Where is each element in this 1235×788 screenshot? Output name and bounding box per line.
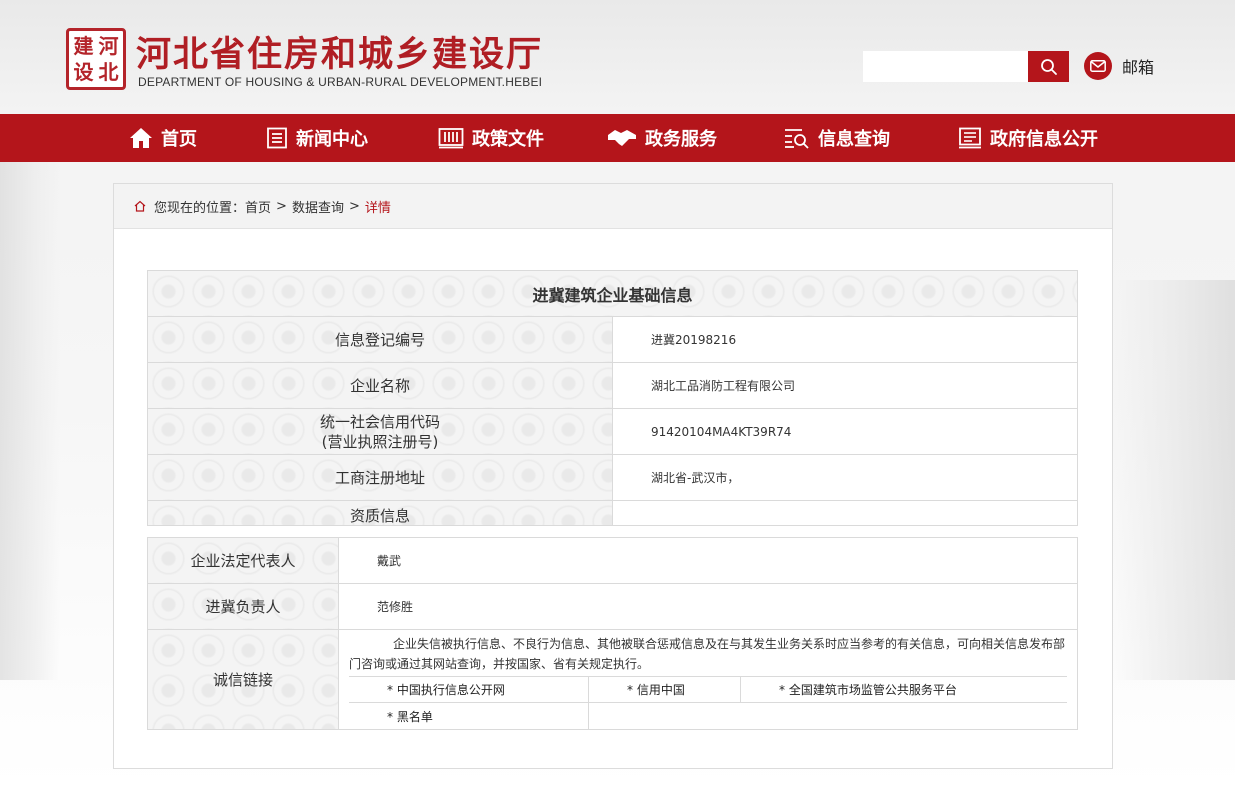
row-value — [612, 500, 1078, 526]
site-title: 河北省住房和城乡建设厅 — [136, 35, 544, 75]
credit-links: * 中国执行信息公开网 * 信用中国 * 全国建筑市场监管公共服务平台 * 黑名… — [349, 676, 1067, 729]
nav-item-news[interactable]: 新闻中心 — [266, 114, 368, 162]
row-label: 企业法定代表人 — [147, 537, 339, 584]
policy-icon — [438, 128, 464, 149]
table-row: 进冀负责人 范修胜 — [147, 583, 1078, 630]
search-icon — [1040, 58, 1057, 75]
row-label-multiline: 统一社会信用代码 (营业执照注册号) — [147, 408, 613, 455]
home-icon — [130, 128, 152, 148]
breadcrumb: 您现在的位置： 首页 > 数据查询 > 详情 — [114, 184, 1112, 229]
table-row: 统一社会信用代码 (营业执照注册号) 91420104MA4KT39R74 — [147, 408, 1078, 455]
table-caption-row: 进冀建筑企业基础信息 — [147, 270, 1078, 317]
enterprise-contact-table: 企业法定代表人 戴武 进冀负责人 范修胜 诚信链接 企业失信被执行信息、不良行为… — [147, 537, 1078, 730]
row-value: 进冀20198216 — [612, 316, 1078, 363]
row-label-sub: (营业执照注册号) — [321, 432, 439, 451]
table-row: 信息登记编号 进冀20198216 — [147, 316, 1078, 363]
mail-link[interactable]: 邮箱 — [1084, 52, 1154, 80]
site-subtitle: DEPARTMENT OF HOUSING & URBAN-RURAL DEVE… — [138, 75, 543, 89]
content-panel: 您现在的位置： 首页 > 数据查询 > 详情 进冀建筑企业基础信息 信息登记编号… — [113, 183, 1113, 769]
background-skyline-left — [0, 160, 60, 680]
credit-row: 诚信链接 企业失信被执行信息、不良行为信息、其他被联合惩戒信息及在与其发生业务关… — [147, 629, 1078, 730]
logo-char: 北 — [98, 60, 119, 84]
row-label: 诚信链接 — [147, 629, 339, 730]
nav-label: 信息查询 — [818, 129, 890, 150]
row-label: 信息登记编号 — [147, 316, 613, 363]
link-construction-platform[interactable]: * 全国建筑市场监管公共服务平台 — [741, 677, 1067, 703]
gov-info-icon — [959, 127, 981, 149]
logo-char: 建 — [73, 34, 94, 58]
table-row: 企业法定代表人 戴武 — [147, 537, 1078, 584]
logo-char: 设 — [73, 60, 94, 84]
news-icon — [267, 127, 287, 149]
background-skyline-right — [1110, 280, 1235, 680]
table-caption: 进冀建筑企业基础信息 — [147, 270, 1078, 317]
search-button[interactable] — [1028, 51, 1069, 82]
nav-label: 政府信息公开 — [990, 129, 1098, 150]
row-value: 91420104MA4KT39R74 — [612, 408, 1078, 455]
nav-item-gov-info[interactable]: 政府信息公开 — [958, 114, 1098, 162]
row-value: 范修胜 — [338, 583, 1078, 630]
breadcrumb-section[interactable]: 数据查询 — [292, 197, 344, 216]
logo-char: 河 — [98, 34, 119, 58]
row-label: 企业名称 — [147, 362, 613, 409]
links-empty-cell — [741, 703, 1067, 729]
link-court-execution[interactable]: * 中国执行信息公开网 — [349, 677, 589, 703]
nav-item-home[interactable]: 首页 — [129, 114, 197, 162]
breadcrumb-sep: > — [348, 198, 360, 214]
breadcrumb-current: 详情 — [364, 200, 391, 216]
nav-item-services[interactable]: 政务服务 — [607, 114, 717, 162]
credit-notice: 企业失信被执行信息、不良行为信息、其他被联合惩戒信息及在与其发生业务关系时应当参… — [349, 637, 1066, 671]
site-header: 建 河 设 北 河北省住房和城乡建设厅 DEPARTMENT OF HOUSIN… — [0, 0, 1235, 114]
breadcrumb-sep: > — [276, 198, 287, 214]
mail-icon — [1084, 52, 1112, 80]
row-label: 资质信息 — [147, 500, 613, 526]
row-value: 湖北工品消防工程有限公司 — [612, 362, 1078, 409]
row-value: 戴武 — [338, 537, 1078, 584]
breadcrumb-home[interactable]: 首页 — [245, 197, 271, 216]
nav-item-policy[interactable]: 政策文件 — [438, 114, 544, 162]
nav-label: 政策文件 — [472, 129, 544, 150]
search-input[interactable] — [863, 51, 1029, 82]
table-row: 工商注册地址 湖北省-武汉市， — [147, 454, 1078, 501]
home-icon — [134, 200, 146, 212]
nav-item-query[interactable]: 信息查询 — [784, 114, 890, 162]
breadcrumb-prefix: 您现在的位置： — [154, 200, 246, 216]
row-label: 统一社会信用代码 — [319, 412, 440, 431]
nav-label: 首页 — [161, 129, 197, 150]
logo-seal[interactable]: 建 河 设 北 — [66, 28, 126, 90]
link-credit-china[interactable]: * 信用中国 — [589, 677, 741, 703]
row-value: 湖北省-武汉市， — [612, 454, 1078, 501]
nav-label: 政务服务 — [645, 129, 717, 150]
main-nav: 首页 新闻中心 政策文件 政务服务 信息查询 政府信息公开 — [0, 114, 1235, 162]
enterprise-info-table: 进冀建筑企业基础信息 信息登记编号 进冀20198216 企业名称 湖北工品消防… — [147, 270, 1078, 526]
row-label: 进冀负责人 — [147, 583, 339, 630]
credit-cell: 企业失信被执行信息、不良行为信息、其他被联合惩戒信息及在与其发生业务关系时应当参… — [338, 629, 1078, 730]
table-row: 企业名称 湖北工品消防工程有限公司 — [147, 362, 1078, 409]
link-blacklist[interactable]: * 黑名单 — [349, 703, 589, 729]
search-list-icon — [785, 129, 809, 149]
nav-label: 新闻中心 — [296, 129, 368, 150]
row-label: 工商注册地址 — [147, 454, 613, 501]
table-row: 资质信息 — [147, 500, 1078, 526]
links-empty-cell — [589, 703, 741, 729]
mail-label: 邮箱 — [1122, 58, 1155, 77]
handshake-icon — [608, 130, 636, 146]
